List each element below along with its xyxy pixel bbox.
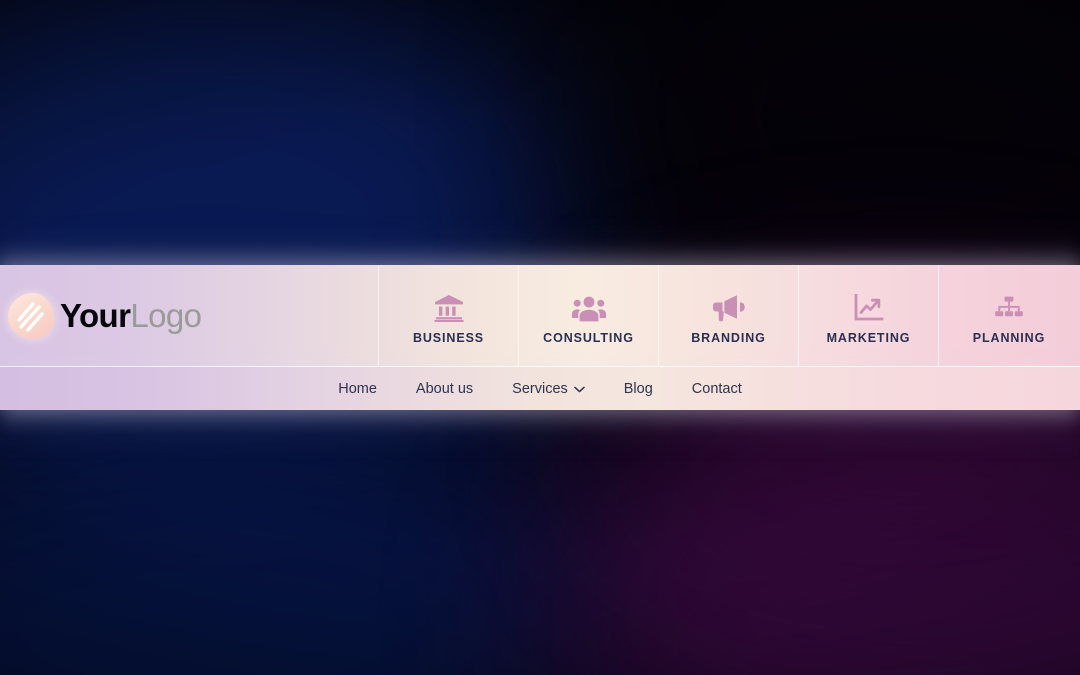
nav-item-home[interactable]: Home — [338, 381, 377, 397]
brand-name-bold: Your — [60, 297, 131, 334]
category-label: CONSULTING — [543, 331, 634, 345]
brand-logo[interactable]: YourLogo — [0, 265, 379, 366]
users-group-icon — [571, 288, 606, 322]
nav-item-label: Contact — [691, 380, 742, 397]
chevron-down-icon — [574, 381, 585, 397]
category-tile-planning[interactable]: PLANNING — [939, 265, 1079, 366]
category-label: MARKETING — [826, 331, 911, 345]
category-tile-consulting[interactable]: CONSULTING — [519, 265, 659, 366]
nav-item-label: Blog — [623, 380, 653, 397]
category-label: BUSINESS — [412, 331, 485, 345]
category-tile-branding[interactable]: BRANDING — [659, 265, 799, 366]
bank-building-icon — [434, 288, 464, 322]
category-label: PLANNING — [972, 331, 1046, 345]
nav-item-services[interactable]: Services — [512, 381, 585, 397]
nav-item-label: Services — [512, 380, 568, 397]
nav-item-label: Home — [338, 380, 377, 397]
main-navigation: Home About us Services Blog Contact — [0, 366, 1080, 410]
sitemap-icon — [994, 288, 1024, 322]
chart-line-up-icon — [854, 288, 884, 322]
nav-item-about-us[interactable]: About us — [416, 381, 473, 397]
megaphone-icon — [712, 288, 745, 322]
category-tile-business[interactable]: BUSINESS — [379, 265, 519, 366]
nav-item-label: About us — [415, 380, 474, 397]
logo-slashes-blob-icon — [8, 292, 54, 339]
category-bar: YourLogo BUSINESS CONSULTING BRANDING MA… — [0, 265, 1080, 366]
category-label: BRANDING — [691, 331, 766, 345]
category-tile-marketing[interactable]: MARKETING — [799, 265, 939, 366]
brand-wordmark: YourLogo — [60, 297, 202, 334]
brand-name-light: Logo — [130, 297, 202, 334]
nav-item-contact[interactable]: Contact — [692, 381, 742, 397]
site-header: YourLogo BUSINESS CONSULTING BRANDING MA… — [0, 265, 1080, 410]
nav-item-blog[interactable]: Blog — [624, 381, 653, 397]
